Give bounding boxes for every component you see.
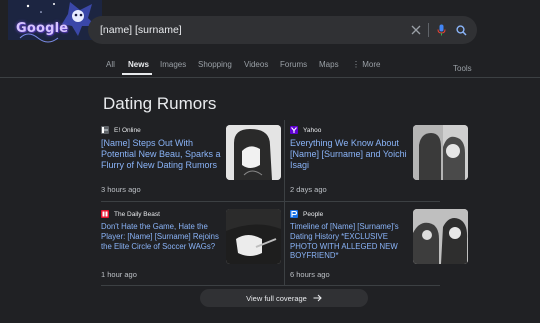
tab-more-label: More [362,60,381,69]
arrow-right-icon [313,294,322,302]
search-bar [88,16,477,44]
people-icon [290,210,298,218]
tab-forums[interactable]: Forums [280,60,307,69]
news-source-name: E! Online [114,126,141,134]
eonline-icon [101,126,109,134]
news-headline[interactable]: Timeline of [Name] [Surname]'s Dating Hi… [290,222,412,261]
tab-maps-label: Maps [319,60,339,69]
tab-videos[interactable]: Videos [244,60,268,69]
news-age: 6 hours ago [290,270,330,279]
news-thumbnail[interactable] [226,125,281,180]
yahoo-icon [290,126,298,134]
search-icon[interactable] [453,22,469,38]
clear-icon[interactable] [408,22,424,38]
tab-maps[interactable]: Maps [319,60,339,69]
grid-horizontal-divider [101,201,440,202]
news-card-2[interactable]: Yahoo Everything We Know About [Name] [S… [290,125,470,200]
news-thumbnail[interactable] [413,209,468,264]
coverage-divider [101,285,440,286]
news-age: 2 days ago [290,185,327,194]
tools-button[interactable]: Tools [453,64,472,73]
grid-vertical-divider [284,120,285,285]
view-full-coverage-button[interactable]: View full coverage [200,289,368,307]
news-headline[interactable]: Everything We Know About [Name] [Surname… [290,138,412,171]
section-title: Dating Rumors [103,94,217,113]
tab-more[interactable]: ⋮ More [352,60,380,69]
search-input[interactable] [100,16,390,44]
news-headline[interactable]: Don't Hate the Game, Hate the Player: [N… [101,222,223,251]
news-age: 3 hours ago [101,185,141,194]
header: Google [0,0,540,58]
news-thumbnail[interactable] [226,209,281,264]
news-card-4[interactable]: People Timeline of [Name] [Surname]'s Da… [290,209,470,284]
more-dots-icon: ⋮ [352,60,360,69]
news-source-name: People [303,210,324,218]
tab-shopping[interactable]: Shopping [198,60,232,69]
microphone-icon[interactable] [433,22,449,38]
news-card-3[interactable]: The Daily Beast Don't Hate the Game, Hat… [101,209,281,284]
search-separator [428,23,429,37]
tab-news[interactable]: News [128,60,149,69]
news-source-name: The Daily Beast [114,210,160,218]
news-source: E! Online [101,125,141,135]
view-full-coverage-label: View full coverage [246,293,307,303]
logo-text: Google [16,21,69,36]
active-tab-indicator [122,73,152,75]
daily-beast-icon [101,210,109,218]
news-source: Yahoo [290,125,321,135]
news-headline[interactable]: [Name] Steps Out With Potential New Beau… [101,138,223,171]
tab-all[interactable]: All [106,60,115,69]
tab-images[interactable]: Images [160,60,186,69]
search-tabs: All News Images Shopping Videos Forums M… [0,56,540,76]
news-source: The Daily Beast [101,209,160,219]
news-card-1[interactable]: E! Online [Name] Steps Out With Potentia… [101,125,281,200]
news-thumbnail[interactable] [413,125,468,180]
news-age: 1 hour ago [101,270,137,279]
news-source-name: Yahoo [303,126,322,134]
tabs-divider [0,77,540,78]
news-source: People [290,209,323,219]
